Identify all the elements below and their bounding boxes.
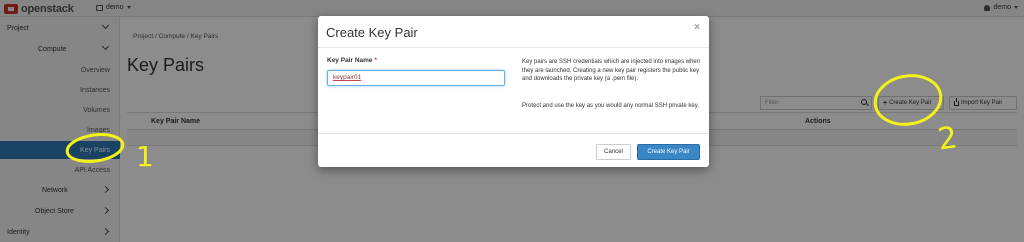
cancel-button[interactable]: Cancel [596,144,631,160]
help-text-description: Key pairs are SSH credentials which are … [522,59,701,83]
close-icon[interactable]: × [694,22,700,33]
create-key-pair-submit-button[interactable]: Create Key Pair [637,144,700,160]
create-key-pair-dialog: Create Key Pair × Key Pair Name * keypai… [318,16,709,167]
key-pair-name-input[interactable]: keypair01 [327,70,505,86]
key-pair-name-label: Key Pair Name * [327,57,377,64]
modal-footer: Cancel Create Key Pair [318,133,709,167]
help-text-protect: Protect and use the key as you would any… [522,103,699,109]
modal-header: Create Key Pair × [318,16,709,48]
modal-title: Create Key Pair [326,25,418,40]
key-pair-name-label-text: Key Pair Name [327,57,373,64]
required-marker: * [374,57,377,64]
